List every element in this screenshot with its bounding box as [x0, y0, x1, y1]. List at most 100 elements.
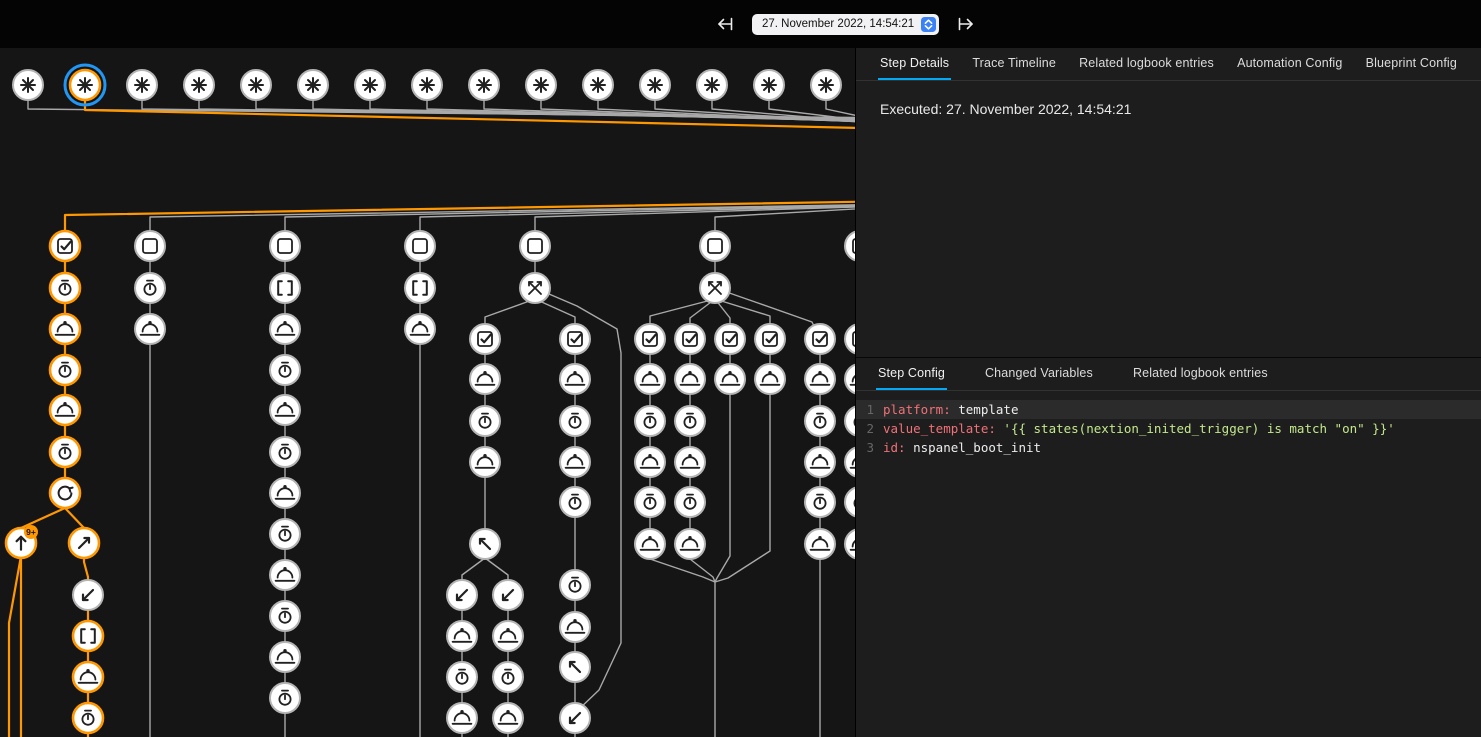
template-node[interactable]: [73, 621, 103, 651]
condition-node[interactable]: [135, 231, 165, 261]
service-call-node[interactable]: [560, 364, 590, 394]
condition-true-node[interactable]: [805, 324, 835, 354]
condition-node[interactable]: [270, 231, 300, 261]
tab-automation-config[interactable]: Automation Config: [1235, 48, 1344, 80]
service-call-node[interactable]: [270, 478, 300, 508]
delay-node[interactable]: [493, 662, 523, 692]
delay-node[interactable]: [805, 406, 835, 436]
condition-node[interactable]: [700, 231, 730, 261]
delay-node[interactable]: [270, 683, 300, 713]
tab-changed-variables[interactable]: Changed Variables: [983, 358, 1095, 390]
delay-node[interactable]: [635, 406, 665, 436]
service-call-node[interactable]: [635, 364, 665, 394]
jump-down-left-node[interactable]: [493, 580, 523, 610]
delay-node[interactable]: [270, 437, 300, 467]
tab-blueprint-config[interactable]: Blueprint Config: [1364, 48, 1459, 80]
delay-node[interactable]: [560, 570, 590, 600]
trigger-node[interactable]: [298, 70, 328, 100]
service-call-node[interactable]: [560, 612, 590, 642]
jump-up-left-node[interactable]: [470, 529, 500, 559]
service-call-node[interactable]: [560, 447, 590, 477]
service-call-node[interactable]: [845, 364, 855, 394]
delay-node[interactable]: [560, 487, 590, 517]
service-call-node[interactable]: [805, 364, 835, 394]
service-call-node[interactable]: [675, 364, 705, 394]
service-call-node[interactable]: [447, 703, 477, 733]
delay-node[interactable]: [73, 703, 103, 733]
template-node[interactable]: [405, 273, 435, 303]
condition-true-node[interactable]: [560, 324, 590, 354]
delay-node[interactable]: [50, 437, 80, 467]
repeat-node[interactable]: [50, 478, 80, 508]
delay-node[interactable]: [675, 406, 705, 436]
delay-node[interactable]: [845, 406, 855, 436]
delay-node[interactable]: [470, 406, 500, 436]
service-call-node[interactable]: [845, 529, 855, 559]
tab-trace-timeline[interactable]: Trace Timeline: [970, 48, 1058, 80]
trigger-node[interactable]: [640, 70, 670, 100]
delay-node[interactable]: [50, 273, 80, 303]
service-call-node[interactable]: [635, 447, 665, 477]
condition-node[interactable]: [405, 231, 435, 261]
service-call-node[interactable]: [73, 662, 103, 692]
service-call-node[interactable]: [493, 621, 523, 651]
service-call-node[interactable]: [675, 447, 705, 477]
delay-node[interactable]: [270, 519, 300, 549]
trigger-node[interactable]: [526, 70, 556, 100]
trigger-node[interactable]: [13, 70, 43, 100]
choose-node[interactable]: [700, 273, 730, 303]
trigger-node[interactable]: [583, 70, 613, 100]
jump-up-right-node[interactable]: [69, 528, 99, 558]
choose-node[interactable]: [520, 273, 550, 303]
service-call-node[interactable]: [270, 560, 300, 590]
next-run-button[interactable]: [953, 11, 979, 37]
delay-node[interactable]: [50, 355, 80, 385]
condition-true-node[interactable]: [635, 324, 665, 354]
jump-down-left-node[interactable]: [560, 703, 590, 733]
trigger-node[interactable]: [469, 70, 499, 100]
delay-node[interactable]: [270, 355, 300, 385]
service-call-node[interactable]: [470, 447, 500, 477]
delay-node[interactable]: [635, 487, 665, 517]
service-call-node[interactable]: [715, 364, 745, 394]
service-call-node[interactable]: [845, 447, 855, 477]
condition-true-node[interactable]: [675, 324, 705, 354]
trigger-node[interactable]: [811, 70, 841, 100]
service-call-node[interactable]: [50, 395, 80, 425]
jump-up-node[interactable]: 9+: [6, 525, 38, 558]
service-call-node[interactable]: [805, 529, 835, 559]
service-call-node[interactable]: [270, 314, 300, 344]
service-call-node[interactable]: [805, 447, 835, 477]
jump-down-left-node[interactable]: [447, 580, 477, 610]
trigger-node[interactable]: [127, 70, 157, 100]
service-call-node[interactable]: [405, 314, 435, 344]
service-call-node[interactable]: [447, 621, 477, 651]
trigger-node[interactable]: [184, 70, 214, 100]
trigger-node[interactable]: [412, 70, 442, 100]
delay-node[interactable]: [560, 406, 590, 436]
condition-true-node[interactable]: [755, 324, 785, 354]
service-call-node[interactable]: [675, 529, 705, 559]
tab-related-logbook-entries[interactable]: Related logbook entries: [1077, 48, 1216, 80]
trigger-node[interactable]: [754, 70, 784, 100]
delay-node[interactable]: [135, 273, 165, 303]
delay-node[interactable]: [447, 662, 477, 692]
jump-down-left-node[interactable]: [73, 580, 103, 610]
trigger-node[interactable]: [241, 70, 271, 100]
condition-node[interactable]: [845, 231, 855, 261]
service-call-node[interactable]: [50, 314, 80, 344]
service-call-node[interactable]: [635, 529, 665, 559]
template-node[interactable]: [270, 273, 300, 303]
condition-true-node[interactable]: [470, 324, 500, 354]
service-call-node[interactable]: [470, 364, 500, 394]
delay-node[interactable]: [675, 487, 705, 517]
delay-node[interactable]: [845, 487, 855, 517]
condition-true-node[interactable]: [715, 324, 745, 354]
previous-run-button[interactable]: [712, 11, 738, 37]
tab-related-logbook-entries[interactable]: Related logbook entries: [1131, 358, 1270, 390]
tab-step-details[interactable]: Step Details: [878, 48, 951, 80]
jump-up-left-node[interactable]: [560, 652, 590, 682]
tab-step-config[interactable]: Step Config: [876, 358, 947, 390]
condition-node[interactable]: [520, 231, 550, 261]
delay-node[interactable]: [805, 487, 835, 517]
